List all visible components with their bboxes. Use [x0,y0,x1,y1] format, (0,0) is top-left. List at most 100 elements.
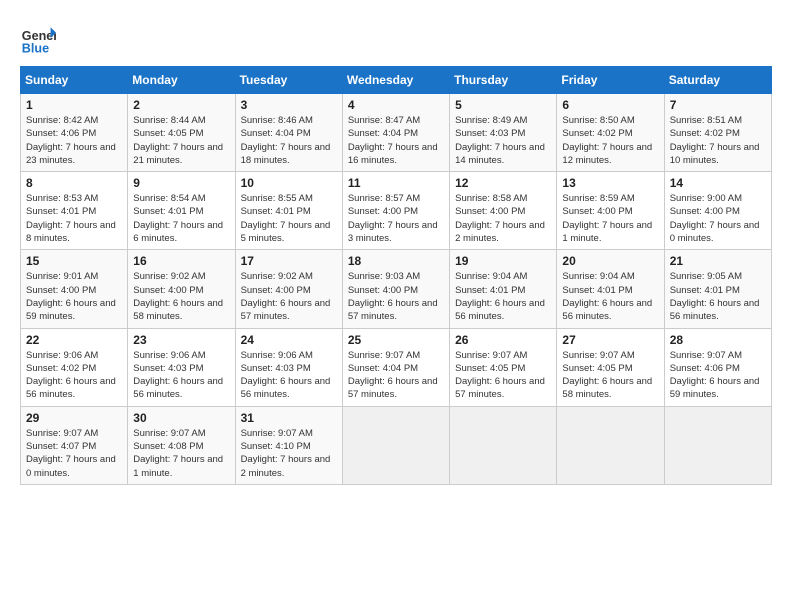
calendar-cell: 2 Sunrise: 8:44 AMSunset: 4:05 PMDayligh… [128,94,235,172]
calendar-cell [664,406,771,484]
calendar-cell: 19 Sunrise: 9:04 AMSunset: 4:01 PMDaylig… [450,250,557,328]
calendar-body: 1 Sunrise: 8:42 AMSunset: 4:06 PMDayligh… [21,94,772,485]
day-number: 4 [348,98,444,112]
day-info: Sunrise: 8:44 AMSunset: 4:05 PMDaylight:… [133,114,229,167]
calendar-week-2: 8 Sunrise: 8:53 AMSunset: 4:01 PMDayligh… [21,172,772,250]
day-number: 5 [455,98,551,112]
calendar-header-tuesday: Tuesday [235,67,342,94]
day-number: 23 [133,333,229,347]
calendar-cell: 30 Sunrise: 9:07 AMSunset: 4:08 PMDaylig… [128,406,235,484]
day-number: 9 [133,176,229,190]
day-info: Sunrise: 9:04 AMSunset: 4:01 PMDaylight:… [562,270,658,323]
calendar-header-friday: Friday [557,67,664,94]
day-number: 11 [348,176,444,190]
day-info: Sunrise: 9:03 AMSunset: 4:00 PMDaylight:… [348,270,444,323]
day-info: Sunrise: 9:05 AMSunset: 4:01 PMDaylight:… [670,270,766,323]
day-number: 19 [455,254,551,268]
calendar-cell: 3 Sunrise: 8:46 AMSunset: 4:04 PMDayligh… [235,94,342,172]
calendar-cell: 26 Sunrise: 9:07 AMSunset: 4:05 PMDaylig… [450,328,557,406]
calendar-cell: 25 Sunrise: 9:07 AMSunset: 4:04 PMDaylig… [342,328,449,406]
day-number: 20 [562,254,658,268]
calendar-cell [557,406,664,484]
day-number: 16 [133,254,229,268]
calendar-header-thursday: Thursday [450,67,557,94]
calendar-cell: 23 Sunrise: 9:06 AMSunset: 4:03 PMDaylig… [128,328,235,406]
calendar-week-3: 15 Sunrise: 9:01 AMSunset: 4:00 PMDaylig… [21,250,772,328]
calendar-cell: 6 Sunrise: 8:50 AMSunset: 4:02 PMDayligh… [557,94,664,172]
day-number: 7 [670,98,766,112]
day-info: Sunrise: 9:07 AMSunset: 4:06 PMDaylight:… [670,349,766,402]
calendar-table: SundayMondayTuesdayWednesdayThursdayFrid… [20,66,772,485]
day-info: Sunrise: 8:53 AMSunset: 4:01 PMDaylight:… [26,192,122,245]
day-number: 1 [26,98,122,112]
day-number: 30 [133,411,229,425]
logo-icon: General Blue [20,20,56,56]
day-info: Sunrise: 8:55 AMSunset: 4:01 PMDaylight:… [241,192,337,245]
calendar-cell: 11 Sunrise: 8:57 AMSunset: 4:00 PMDaylig… [342,172,449,250]
calendar-header-monday: Monday [128,67,235,94]
calendar-cell: 10 Sunrise: 8:55 AMSunset: 4:01 PMDaylig… [235,172,342,250]
calendar-cell: 21 Sunrise: 9:05 AMSunset: 4:01 PMDaylig… [664,250,771,328]
day-number: 18 [348,254,444,268]
svg-text:Blue: Blue [22,41,49,55]
day-info: Sunrise: 9:01 AMSunset: 4:00 PMDaylight:… [26,270,122,323]
calendar-cell: 16 Sunrise: 9:02 AMSunset: 4:00 PMDaylig… [128,250,235,328]
calendar-cell: 8 Sunrise: 8:53 AMSunset: 4:01 PMDayligh… [21,172,128,250]
calendar-header-row: SundayMondayTuesdayWednesdayThursdayFrid… [21,67,772,94]
day-info: Sunrise: 9:07 AMSunset: 4:05 PMDaylight:… [455,349,551,402]
day-number: 29 [26,411,122,425]
calendar-cell: 22 Sunrise: 9:06 AMSunset: 4:02 PMDaylig… [21,328,128,406]
calendar-header-sunday: Sunday [21,67,128,94]
day-number: 14 [670,176,766,190]
day-number: 27 [562,333,658,347]
calendar-cell [342,406,449,484]
day-number: 22 [26,333,122,347]
day-info: Sunrise: 9:02 AMSunset: 4:00 PMDaylight:… [241,270,337,323]
calendar-cell: 9 Sunrise: 8:54 AMSunset: 4:01 PMDayligh… [128,172,235,250]
day-info: Sunrise: 9:06 AMSunset: 4:03 PMDaylight:… [241,349,337,402]
calendar-cell: 17 Sunrise: 9:02 AMSunset: 4:00 PMDaylig… [235,250,342,328]
calendar-cell: 28 Sunrise: 9:07 AMSunset: 4:06 PMDaylig… [664,328,771,406]
day-number: 31 [241,411,337,425]
day-info: Sunrise: 9:07 AMSunset: 4:04 PMDaylight:… [348,349,444,402]
calendar-cell: 13 Sunrise: 8:59 AMSunset: 4:00 PMDaylig… [557,172,664,250]
calendar-cell: 27 Sunrise: 9:07 AMSunset: 4:05 PMDaylig… [557,328,664,406]
day-info: Sunrise: 8:42 AMSunset: 4:06 PMDaylight:… [26,114,122,167]
calendar-cell: 15 Sunrise: 9:01 AMSunset: 4:00 PMDaylig… [21,250,128,328]
day-number: 24 [241,333,337,347]
day-info: Sunrise: 9:07 AMSunset: 4:05 PMDaylight:… [562,349,658,402]
calendar-week-4: 22 Sunrise: 9:06 AMSunset: 4:02 PMDaylig… [21,328,772,406]
day-info: Sunrise: 9:07 AMSunset: 4:08 PMDaylight:… [133,427,229,480]
calendar-header-wednesday: Wednesday [342,67,449,94]
day-number: 25 [348,333,444,347]
day-info: Sunrise: 8:46 AMSunset: 4:04 PMDaylight:… [241,114,337,167]
day-info: Sunrise: 8:54 AMSunset: 4:01 PMDaylight:… [133,192,229,245]
day-info: Sunrise: 9:06 AMSunset: 4:02 PMDaylight:… [26,349,122,402]
day-info: Sunrise: 8:50 AMSunset: 4:02 PMDaylight:… [562,114,658,167]
day-info: Sunrise: 9:04 AMSunset: 4:01 PMDaylight:… [455,270,551,323]
calendar-cell: 29 Sunrise: 9:07 AMSunset: 4:07 PMDaylig… [21,406,128,484]
day-info: Sunrise: 8:49 AMSunset: 4:03 PMDaylight:… [455,114,551,167]
calendar-header-saturday: Saturday [664,67,771,94]
calendar-cell: 4 Sunrise: 8:47 AMSunset: 4:04 PMDayligh… [342,94,449,172]
day-info: Sunrise: 8:58 AMSunset: 4:00 PMDaylight:… [455,192,551,245]
day-number: 28 [670,333,766,347]
day-number: 15 [26,254,122,268]
day-info: Sunrise: 8:59 AMSunset: 4:00 PMDaylight:… [562,192,658,245]
calendar-week-1: 1 Sunrise: 8:42 AMSunset: 4:06 PMDayligh… [21,94,772,172]
day-info: Sunrise: 9:06 AMSunset: 4:03 PMDaylight:… [133,349,229,402]
day-info: Sunrise: 9:00 AMSunset: 4:00 PMDaylight:… [670,192,766,245]
day-info: Sunrise: 8:51 AMSunset: 4:02 PMDaylight:… [670,114,766,167]
day-number: 21 [670,254,766,268]
calendar-cell: 1 Sunrise: 8:42 AMSunset: 4:06 PMDayligh… [21,94,128,172]
calendar-cell [450,406,557,484]
calendar-cell: 18 Sunrise: 9:03 AMSunset: 4:00 PMDaylig… [342,250,449,328]
calendar-cell: 5 Sunrise: 8:49 AMSunset: 4:03 PMDayligh… [450,94,557,172]
calendar-cell: 24 Sunrise: 9:06 AMSunset: 4:03 PMDaylig… [235,328,342,406]
day-info: Sunrise: 8:57 AMSunset: 4:00 PMDaylight:… [348,192,444,245]
day-number: 2 [133,98,229,112]
day-number: 13 [562,176,658,190]
day-number: 10 [241,176,337,190]
page-header: General Blue [20,20,772,56]
calendar-week-5: 29 Sunrise: 9:07 AMSunset: 4:07 PMDaylig… [21,406,772,484]
